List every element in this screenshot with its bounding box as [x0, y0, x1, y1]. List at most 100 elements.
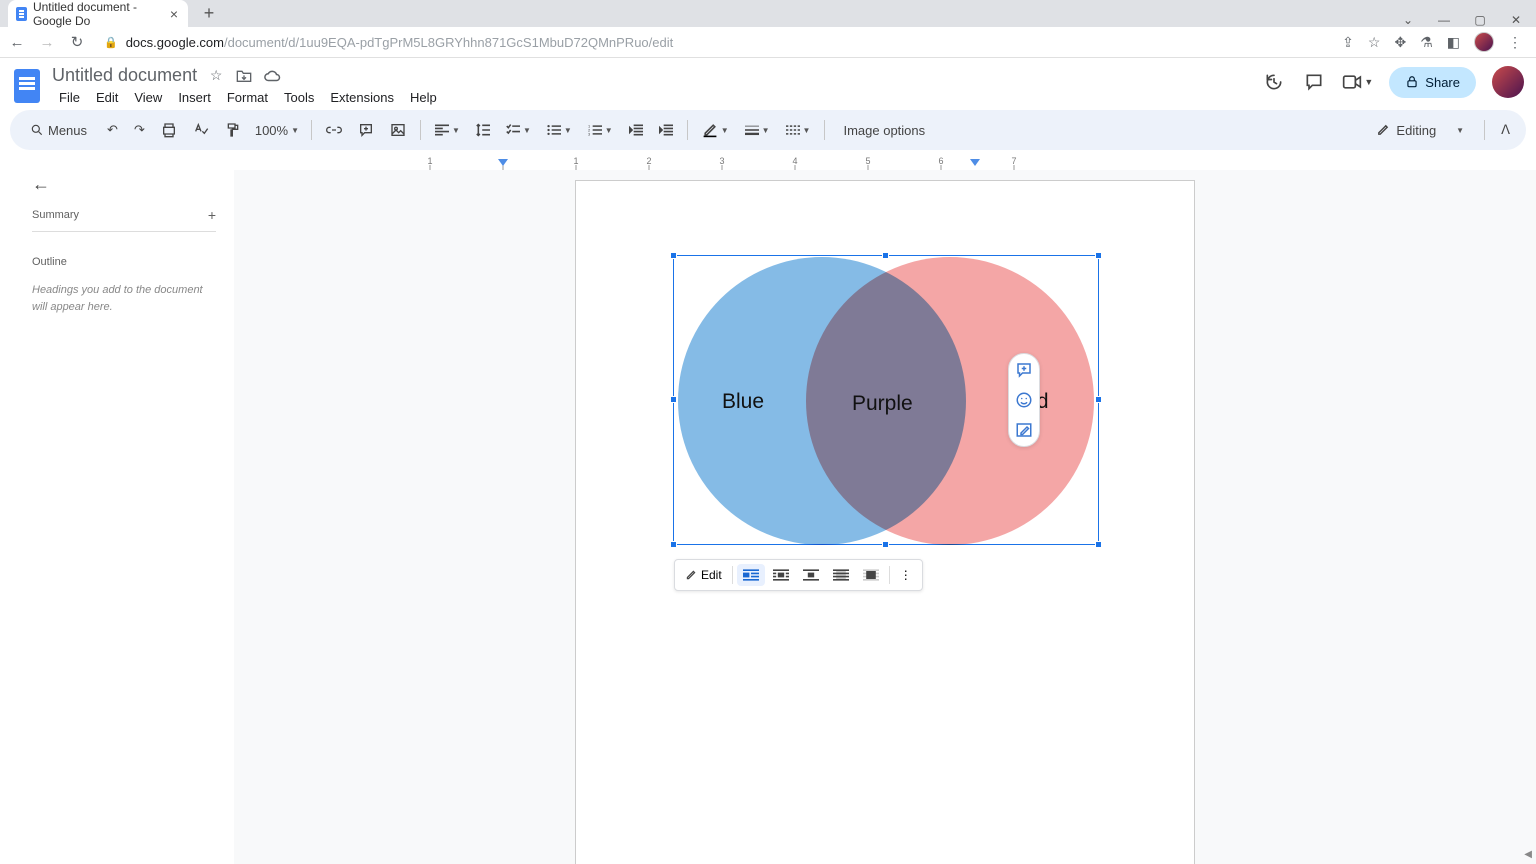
resize-handle-w[interactable]	[670, 396, 677, 403]
url-path: /document/d/1uu9EQA-pdTgPrM5L8GRYhhn871G…	[224, 35, 673, 50]
resize-handle-s[interactable]	[882, 541, 889, 548]
zoom-select[interactable]: 100%▼	[251, 121, 303, 140]
resize-handle-nw[interactable]	[670, 252, 677, 259]
document-page[interactable]: Blue Purple Red Edit	[575, 180, 1195, 864]
collapse-toolbar-icon[interactable]: ᐱ	[1495, 118, 1516, 142]
close-tab-icon[interactable]: ×	[168, 6, 180, 22]
resize-handle-ne[interactable]	[1095, 252, 1102, 259]
resize-handle-sw[interactable]	[670, 541, 677, 548]
minimize-icon[interactable]: —	[1436, 13, 1452, 27]
numbered-list-icon[interactable]: 123▼	[582, 120, 619, 140]
omnibox[interactable]: 🔒 docs.google.com/document/d/1uu9EQA-pdT…	[98, 35, 1330, 50]
back-icon[interactable]: ←	[8, 34, 26, 51]
paint-format-icon[interactable]	[219, 118, 247, 142]
redo-icon[interactable]: ↷	[128, 118, 151, 142]
more-image-options-icon[interactable]: ⋮	[894, 564, 918, 586]
wrap-break-icon[interactable]	[797, 564, 825, 586]
share-button[interactable]: Share	[1389, 67, 1476, 98]
image-options-button[interactable]: Image options	[833, 119, 935, 142]
account-avatar[interactable]	[1492, 66, 1524, 98]
horizontal-ruler[interactable]: 11 23 45 67	[234, 156, 1536, 170]
bulleted-list-icon[interactable]: ▼	[541, 120, 578, 140]
svg-text:3: 3	[588, 131, 590, 136]
checklist-icon[interactable]: ▼	[500, 120, 537, 140]
bookmark-icon[interactable]: ☆	[1368, 34, 1381, 51]
svg-text:3: 3	[719, 156, 724, 166]
explore-icon[interactable]: ◀	[1524, 849, 1532, 860]
print-icon[interactable]	[155, 118, 183, 142]
quick-add-comment-icon[interactable]	[1014, 360, 1034, 380]
menu-tools[interactable]: Tools	[277, 88, 321, 107]
undo-icon[interactable]: ↶	[101, 118, 124, 142]
share-page-icon[interactable]: ⇪	[1342, 34, 1354, 51]
docs-logo-icon[interactable]	[10, 64, 44, 108]
menu-help[interactable]: Help	[403, 88, 444, 107]
labs-icon[interactable]: ⚗	[1420, 34, 1433, 51]
svg-text:4: 4	[792, 156, 797, 166]
editing-mode-label: Editing	[1396, 123, 1436, 138]
close-outline-icon[interactable]: ←	[32, 170, 216, 207]
menu-extensions[interactable]: Extensions	[323, 88, 401, 107]
insert-link-icon[interactable]	[320, 118, 348, 142]
border-weight-icon[interactable]: ▼	[739, 120, 776, 140]
url-host: docs.google.com	[126, 35, 224, 50]
search-menus-button[interactable]: Menus	[20, 119, 97, 142]
menu-file[interactable]: File	[52, 88, 87, 107]
star-icon[interactable]: ☆	[207, 67, 225, 85]
menu-insert[interactable]: Insert	[171, 88, 218, 107]
outdent-icon[interactable]	[623, 120, 649, 140]
add-comment-icon[interactable]	[352, 118, 380, 142]
indent-icon[interactable]	[653, 120, 679, 140]
tab-title: Untitled document - Google Do	[33, 0, 162, 28]
wrap-text-icon[interactable]	[767, 564, 795, 586]
browser-tab-active[interactable]: Untitled document - Google Do ×	[8, 0, 188, 27]
chevron-down-icon[interactable]: ⌄	[1400, 13, 1416, 27]
wrap-inline-icon[interactable]	[737, 564, 765, 586]
history-icon[interactable]	[1262, 70, 1286, 94]
outline-placeholder: Headings you add to the document will ap…	[32, 282, 216, 315]
docs-header: Untitled document ☆ File Edit View Inser…	[0, 58, 1536, 108]
editing-mode-button[interactable]: Editing ▼	[1366, 119, 1474, 142]
move-icon[interactable]	[235, 67, 253, 85]
spellcheck-icon[interactable]	[187, 118, 215, 142]
reload-icon[interactable]: ↻	[68, 33, 86, 51]
sidepanel-icon[interactable]: ◧	[1447, 34, 1460, 51]
maximize-icon[interactable]: ▢	[1472, 13, 1488, 27]
docs-toolbar: Menus ↶ ↷ 100%▼ ▼ ▼ ▼ 123▼ ▼ ▼ ▼ Image o…	[10, 110, 1526, 150]
profile-avatar-icon[interactable]	[1474, 32, 1494, 52]
menu-view[interactable]: View	[127, 88, 169, 107]
menu-edit[interactable]: Edit	[89, 88, 125, 107]
quick-emoji-icon[interactable]	[1014, 390, 1034, 410]
quick-tools-panel	[1008, 353, 1040, 447]
document-title[interactable]: Untitled document	[52, 65, 197, 86]
venn-label-blue: Blue	[722, 390, 764, 414]
quick-suggest-icon[interactable]	[1014, 420, 1034, 440]
menus-label: Menus	[48, 123, 87, 138]
align-icon[interactable]: ▼	[429, 120, 466, 140]
document-area[interactable]: 11 23 45 67 Blue Purple Red	[234, 156, 1536, 864]
new-tab-button[interactable]: +	[198, 3, 220, 25]
browser-url-bar: ← → ↻ 🔒 docs.google.com/document/d/1uu9E…	[0, 27, 1536, 58]
add-summary-icon[interactable]: +	[208, 207, 216, 223]
wrap-behind-icon[interactable]	[827, 564, 855, 586]
insert-image-icon[interactable]	[384, 118, 412, 142]
svg-text:1: 1	[573, 156, 578, 166]
border-color-icon[interactable]: ▼	[696, 118, 735, 142]
resize-handle-se[interactable]	[1095, 541, 1102, 548]
resize-handle-e[interactable]	[1095, 396, 1102, 403]
meet-icon[interactable]: ▼	[1342, 70, 1373, 94]
forward-icon[interactable]: →	[38, 34, 56, 51]
border-dash-icon[interactable]: ▼	[780, 120, 817, 140]
resize-handle-n[interactable]	[882, 252, 889, 259]
kebab-menu-icon[interactable]: ⋮	[1508, 34, 1522, 51]
line-spacing-icon[interactable]	[470, 119, 496, 141]
wrap-front-icon[interactable]	[857, 564, 885, 586]
comments-icon[interactable]	[1302, 70, 1326, 94]
venn-circle-red	[806, 257, 1094, 545]
menu-format[interactable]: Format	[220, 88, 275, 107]
outline-label: Outline	[32, 256, 216, 268]
extensions-icon[interactable]: ✥	[1394, 34, 1406, 51]
edit-drawing-button[interactable]: Edit	[679, 564, 728, 586]
close-window-icon[interactable]: ✕	[1508, 13, 1524, 27]
cloud-status-icon[interactable]	[263, 67, 281, 85]
